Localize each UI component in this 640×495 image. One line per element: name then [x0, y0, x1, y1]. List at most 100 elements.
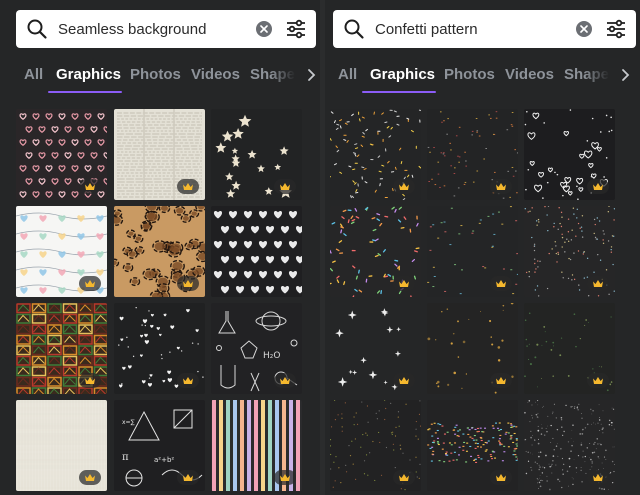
tab-active-indicator: [48, 91, 122, 93]
premium-badge: [177, 276, 199, 291]
premium-badge: [393, 276, 415, 291]
crown-icon: [496, 183, 506, 190]
premium-badge: [490, 276, 512, 291]
premium-badge: [79, 179, 101, 194]
premium-badge: [490, 470, 512, 485]
thumbnail-glitter-band[interactable]: [330, 400, 421, 491]
svg-text:H₂O: H₂O: [263, 351, 280, 361]
premium-badge: [274, 373, 296, 388]
thumbnail-sparse-confetti[interactable]: [427, 206, 518, 297]
svg-text:x=∑: x=∑: [122, 419, 135, 426]
crown-icon: [85, 377, 95, 384]
premium-badge: [587, 470, 609, 485]
right-panel: Confetti pattern All Graphics Photos Vid…: [320, 0, 640, 495]
thumbnail-leopard-print[interactable]: [114, 206, 205, 297]
premium-badge: [274, 179, 296, 194]
chevron-right-icon[interactable]: [618, 68, 632, 82]
thumbnail-pastel-hearts-string[interactable]: [16, 206, 107, 297]
crown-icon: [183, 183, 193, 190]
premium-badge: [393, 179, 415, 194]
thumbnail-science-doodles[interactable]: H₂O: [211, 303, 302, 394]
filter-icon[interactable]: [604, 17, 628, 41]
thumbnail-white-sparkles[interactable]: [330, 303, 421, 394]
premium-badge: [79, 470, 101, 485]
thumbnail-white-hearts-on-dark[interactable]: [211, 206, 302, 297]
crown-icon: [399, 474, 409, 481]
premium-badge: [79, 373, 101, 388]
filter-icon[interactable]: [284, 17, 308, 41]
premium-badge: [393, 470, 415, 485]
premium-badge: [177, 373, 199, 388]
thumbnail-green-sparkles[interactable]: [524, 303, 615, 394]
crown-icon: [399, 280, 409, 287]
thumbnail-math-doodles[interactable]: π a²+b² x=∑: [114, 400, 205, 491]
crown-icon: [593, 280, 603, 287]
tab-videos[interactable]: Videos: [505, 66, 554, 83]
crown-icon: [280, 183, 290, 190]
tab-graphics[interactable]: Graphics: [370, 66, 435, 83]
premium-badge: [393, 373, 415, 388]
crown-icon: [399, 183, 409, 190]
tab-videos[interactable]: Videos: [191, 66, 240, 83]
tab-photos[interactable]: Photos: [444, 66, 495, 83]
search-icon: [344, 19, 364, 39]
clear-icon[interactable]: [256, 21, 272, 37]
crown-icon: [183, 474, 193, 481]
thumbnail-silver-glitter[interactable]: [524, 400, 615, 491]
thumbnail-linen-texture[interactable]: [16, 400, 107, 491]
premium-badge: [587, 179, 609, 194]
thumbnail-newspaper-texture[interactable]: [114, 109, 205, 200]
premium-badge: [490, 373, 512, 388]
thumbnail-sprinkles-confetti[interactable]: [330, 109, 421, 200]
crown-icon: [280, 474, 290, 481]
premium-badge: [587, 373, 609, 388]
crown-icon: [593, 377, 603, 384]
crown-icon: [496, 474, 506, 481]
left-panel: Seamless background All Graphics Photos …: [0, 0, 320, 495]
tab-active-indicator: [362, 91, 436, 93]
crown-icon: [85, 474, 95, 481]
premium-badge: [587, 276, 609, 291]
crown-icon: [85, 183, 95, 190]
thumbnail-pastel-stripes[interactable]: [211, 400, 302, 491]
tab-all[interactable]: All: [24, 66, 43, 83]
crown-icon: [496, 377, 506, 384]
clear-icon[interactable]: [576, 21, 592, 37]
search-input[interactable]: Confetti pattern: [375, 21, 576, 38]
premium-badge: [274, 470, 296, 485]
premium-badge: [177, 470, 199, 485]
thumbnail-african-tribal[interactable]: [16, 303, 107, 394]
thumbnail-white-hearts-doodle[interactable]: [524, 109, 615, 200]
crown-icon: [593, 183, 603, 190]
crown-icon: [183, 377, 193, 384]
thumbnail-cream-stars-on-dark[interactable]: [211, 109, 302, 200]
pattern-preview: [211, 206, 302, 297]
thumbnail-fine-confetti[interactable]: [427, 109, 518, 200]
crown-icon: [183, 280, 193, 287]
premium-badge: [490, 179, 512, 194]
search-icon: [27, 19, 47, 39]
crown-icon: [593, 474, 603, 481]
thumbnail-pink-hearts-on-dark[interactable]: [16, 109, 107, 200]
crown-icon: [85, 280, 95, 287]
search-bar[interactable]: Confetti pattern: [333, 10, 636, 48]
thumbnail-rainbow-glitter[interactable]: [427, 400, 518, 491]
chevron-right-icon[interactable]: [304, 68, 318, 82]
thumbnail-dotted-confetti[interactable]: [524, 206, 615, 297]
search-input[interactable]: Seamless background: [58, 21, 256, 38]
svg-text:a²+b²: a²+b²: [154, 456, 174, 464]
thumbnail-tiny-hearts-on-dark[interactable]: [114, 303, 205, 394]
search-bar[interactable]: Seamless background: [16, 10, 316, 48]
crown-icon: [496, 280, 506, 287]
premium-badge: [79, 276, 101, 291]
thumbnail-gold-sparkles[interactable]: [427, 303, 518, 394]
tab-graphics[interactable]: Graphics: [56, 66, 121, 83]
premium-badge: [177, 179, 199, 194]
tab-all[interactable]: All: [338, 66, 357, 83]
thumbnail-colorful-sprinkles[interactable]: [330, 206, 421, 297]
crown-icon: [280, 377, 290, 384]
tab-photos[interactable]: Photos: [130, 66, 181, 83]
crown-icon: [399, 377, 409, 384]
tabs-fade: [270, 60, 306, 90]
svg-text:π: π: [122, 452, 129, 463]
